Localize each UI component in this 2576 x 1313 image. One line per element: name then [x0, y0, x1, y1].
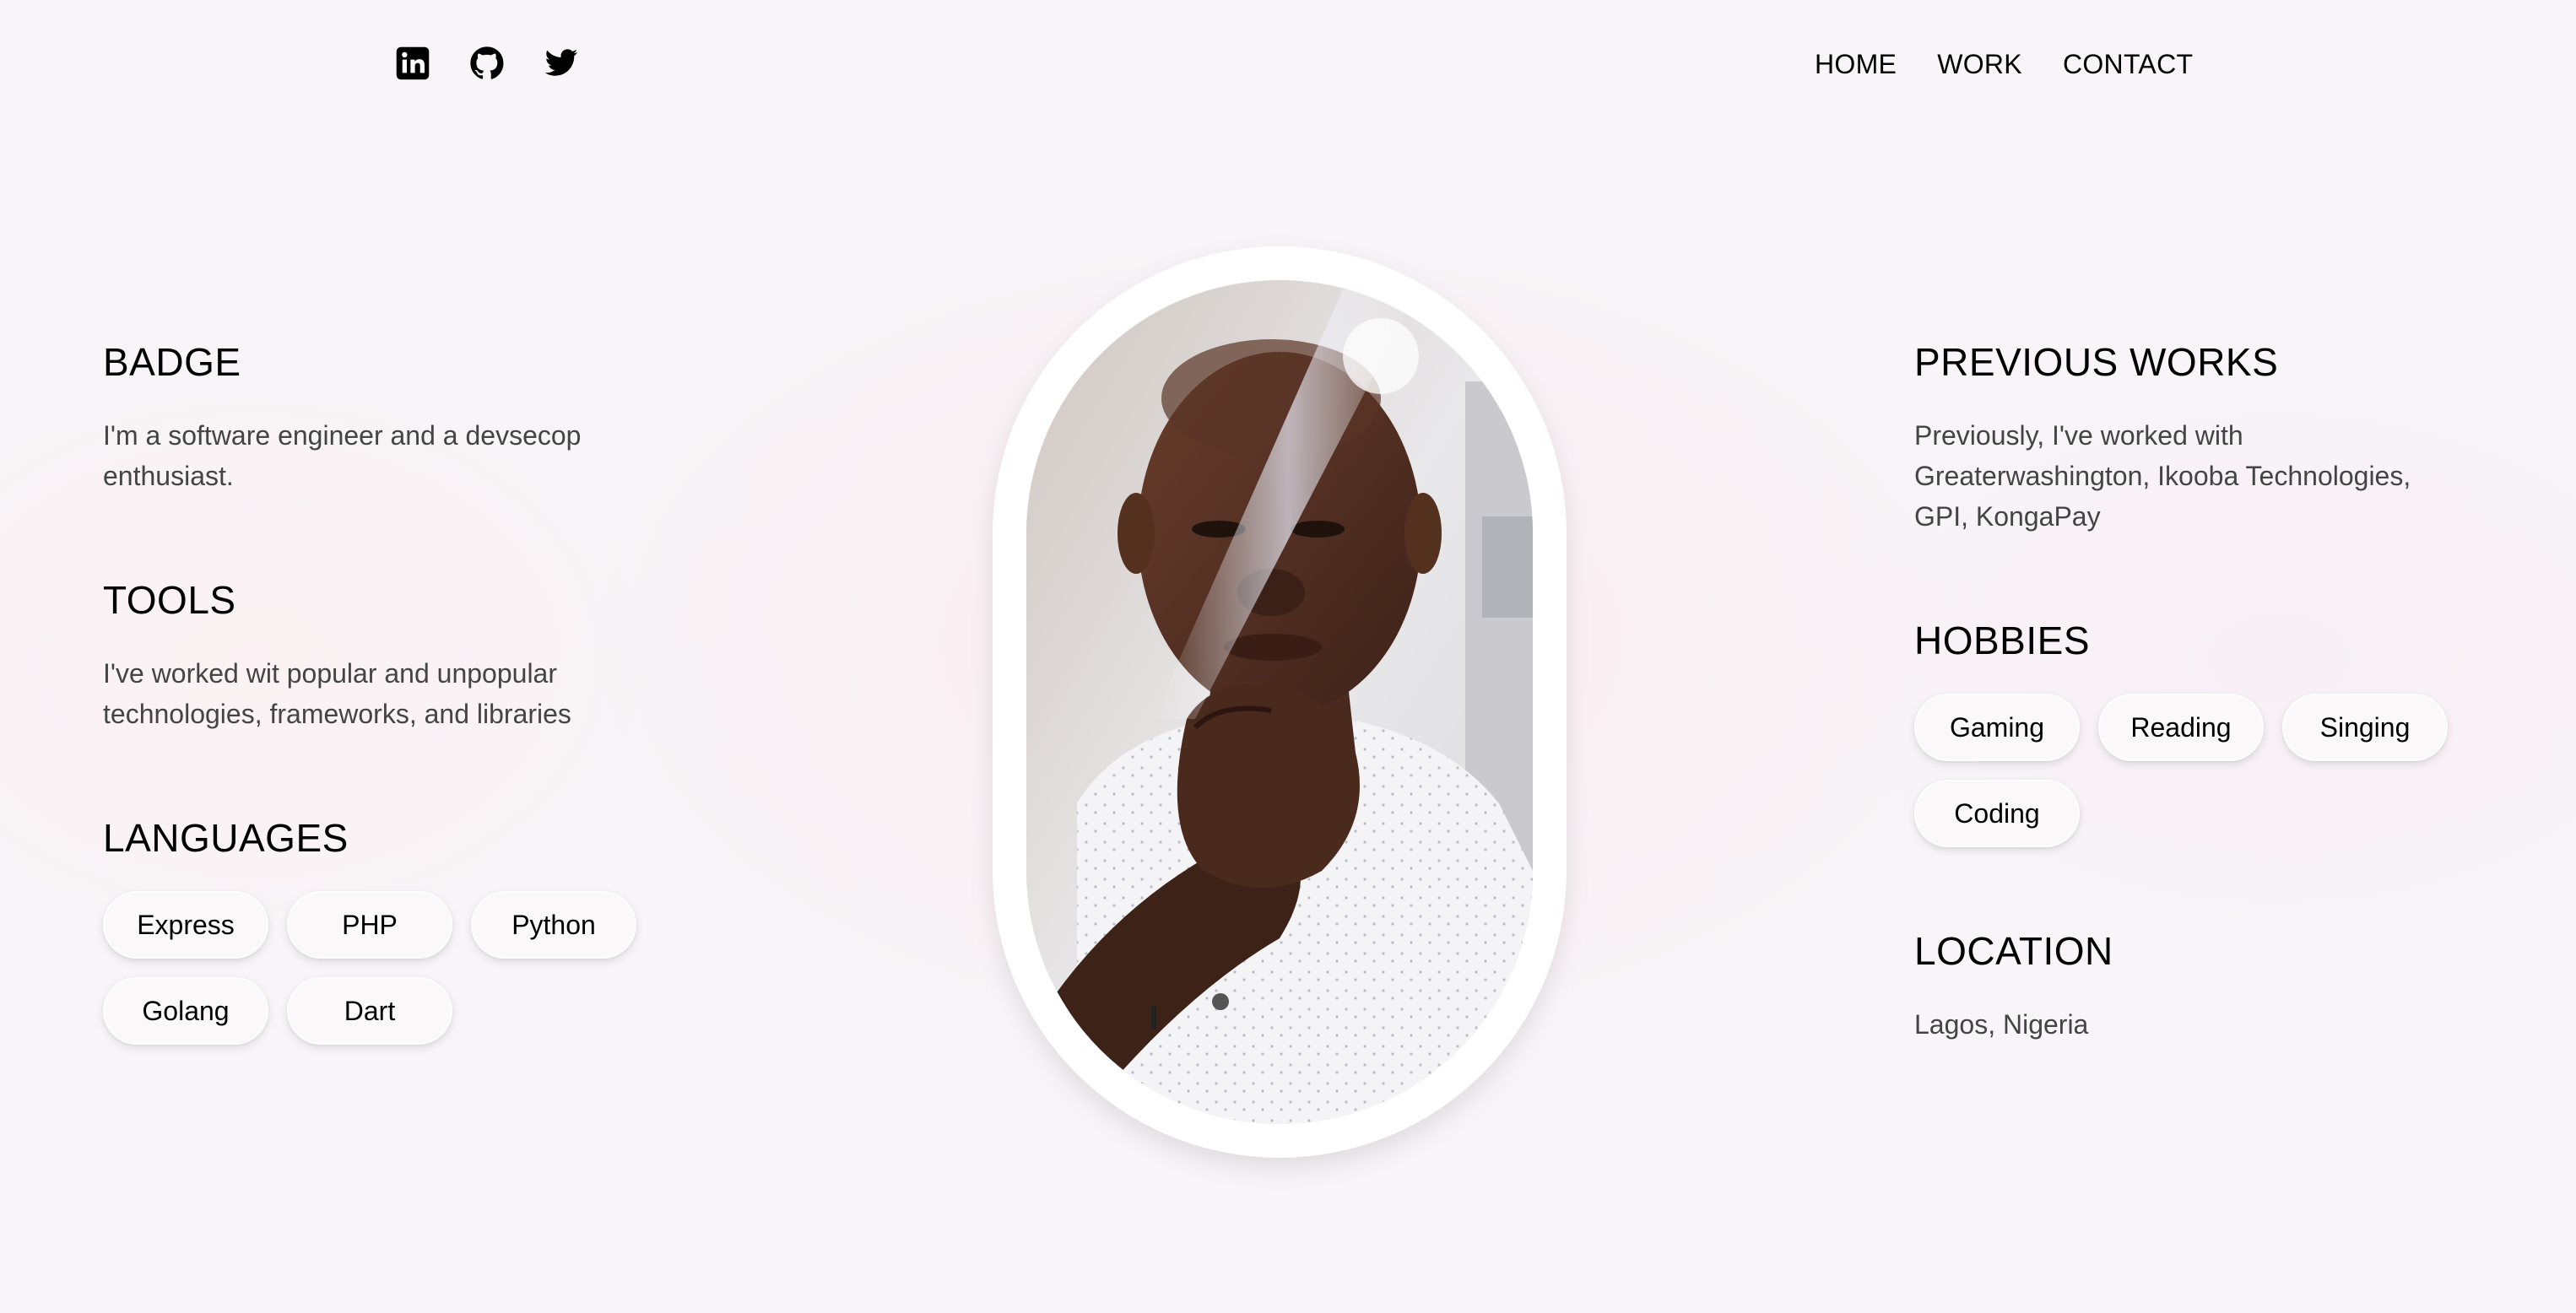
badge-title: BADGE	[103, 340, 241, 384]
linkedin-icon	[396, 46, 430, 80]
languages-chips: Express PHP Python Golang Dart	[103, 891, 694, 1045]
tools-title: TOOLS	[103, 578, 236, 622]
language-chip[interactable]: PHP	[287, 891, 452, 959]
portrait-frame	[993, 246, 1567, 1158]
nav-work[interactable]: WORK	[1937, 49, 2022, 80]
nav-home[interactable]: HOME	[1815, 49, 1897, 80]
linkedin-link[interactable]	[395, 46, 430, 81]
previous-works-title: PREVIOUS WORKS	[1914, 340, 2279, 384]
hobbies-title: HOBBIES	[1914, 619, 2091, 662]
hobbies-chips: Gaming Reading Singing Coding	[1914, 694, 2505, 847]
language-chip[interactable]: Golang	[103, 977, 268, 1045]
profile-photo-illustration	[1026, 280, 1533, 1124]
language-chip[interactable]: Python	[471, 891, 636, 959]
language-chip[interactable]: Express	[103, 891, 268, 959]
hobby-chip[interactable]: Coding	[1914, 780, 2080, 847]
social-links	[395, 46, 579, 81]
nav-contact[interactable]: CONTACT	[2063, 49, 2193, 80]
location-text: Lagos, Nigeria	[1914, 1009, 2089, 1040]
badge-text: I'm a software engineer and a devsecop e…	[103, 420, 582, 491]
twitter-link[interactable]	[544, 46, 579, 81]
badge-section: BADGE I'm a software engineer and a devs…	[103, 339, 744, 496]
hobbies-section: HOBBIES Gaming Reading Singing Coding	[1914, 618, 2522, 847]
hobby-chip[interactable]: Gaming	[1914, 694, 2080, 761]
github-icon	[470, 46, 504, 79]
previous-works-section: PREVIOUS WORKS Previously, I've worked w…	[1914, 339, 2522, 537]
tools-section: TOOLS I've worked wit popular and unpopu…	[103, 577, 744, 734]
language-chip[interactable]: Dart	[287, 977, 452, 1045]
hobby-chip[interactable]: Reading	[2098, 694, 2264, 761]
right-column: PREVIOUS WORKS Previously, I've worked w…	[1914, 339, 2522, 1126]
languages-title: LANGUAGES	[103, 816, 349, 860]
tools-text: I've worked wit popular and unpopular te…	[103, 658, 571, 729]
languages-section: LANGUAGES Express PHP Python Golang Dart	[103, 815, 744, 1045]
location-section: LOCATION Lagos, Nigeria	[1914, 928, 2522, 1045]
previous-works-text: Previously, I've worked with Greaterwash…	[1914, 420, 2411, 532]
left-column: BADGE I'm a software engineer and a devs…	[103, 339, 744, 1126]
profile-photo	[1026, 280, 1533, 1124]
location-title: LOCATION	[1914, 929, 2113, 973]
github-link[interactable]	[469, 46, 505, 81]
hobby-chip[interactable]: Singing	[2282, 694, 2448, 761]
twitter-icon	[544, 49, 578, 76]
main-nav: HOME WORK CONTACT	[1815, 49, 2193, 80]
